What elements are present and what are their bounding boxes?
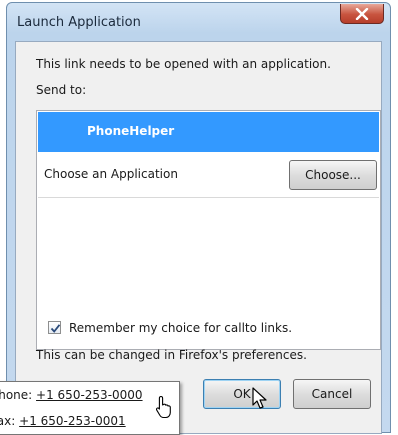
choose-button[interactable]: Choose... (289, 160, 377, 190)
checkmark-icon (50, 324, 61, 333)
message-text: This link needs to be opened with an app… (36, 57, 331, 71)
dialog-body: This link needs to be opened with an app… (15, 41, 382, 434)
app-item-label: PhoneHelper (87, 124, 175, 138)
send-to-label: Send to: (36, 83, 87, 97)
window-title: Launch Application (17, 15, 141, 30)
remember-choice-label[interactable]: Remember my choice for callto links. (69, 321, 292, 335)
cancel-button-label: Cancel (311, 387, 353, 401)
app-item-choose-application[interactable]: Choose an Application Choose... (38, 153, 379, 198)
ok-button[interactable]: OK (203, 379, 281, 409)
application-list[interactable]: PhoneHelper Choose an Application Choose… (36, 110, 381, 350)
app-item-label: Choose an Application (44, 167, 178, 181)
close-x-icon (355, 8, 369, 20)
fax-label: Fax: (0, 414, 16, 428)
app-item-phonehelper[interactable]: PhoneHelper (38, 112, 379, 152)
choose-button-label: Choose... (305, 168, 361, 182)
contact-tooltip: Phone: +1 650-253-0000 Fax: +1 650-253-0… (0, 381, 180, 435)
fax-row: Fax: +1 650-253-0001 (0, 414, 126, 428)
ok-button-label: OK (233, 387, 251, 401)
preferences-note: This can be changed in Firefox's prefere… (36, 348, 307, 362)
phone-row: Phone: +1 650-253-0000 (0, 388, 143, 402)
title-bar[interactable]: Launch Application (7, 3, 390, 41)
fax-link[interactable]: +1 650-253-0001 (19, 414, 126, 428)
remember-choice-checkbox[interactable] (48, 321, 61, 334)
phone-link[interactable]: +1 650-253-0000 (36, 388, 143, 402)
phone-label: Phone: (0, 388, 33, 402)
launch-application-dialog: Launch Application This link needs to be… (6, 2, 391, 434)
close-button[interactable] (340, 4, 384, 24)
cancel-button[interactable]: Cancel (293, 379, 371, 409)
